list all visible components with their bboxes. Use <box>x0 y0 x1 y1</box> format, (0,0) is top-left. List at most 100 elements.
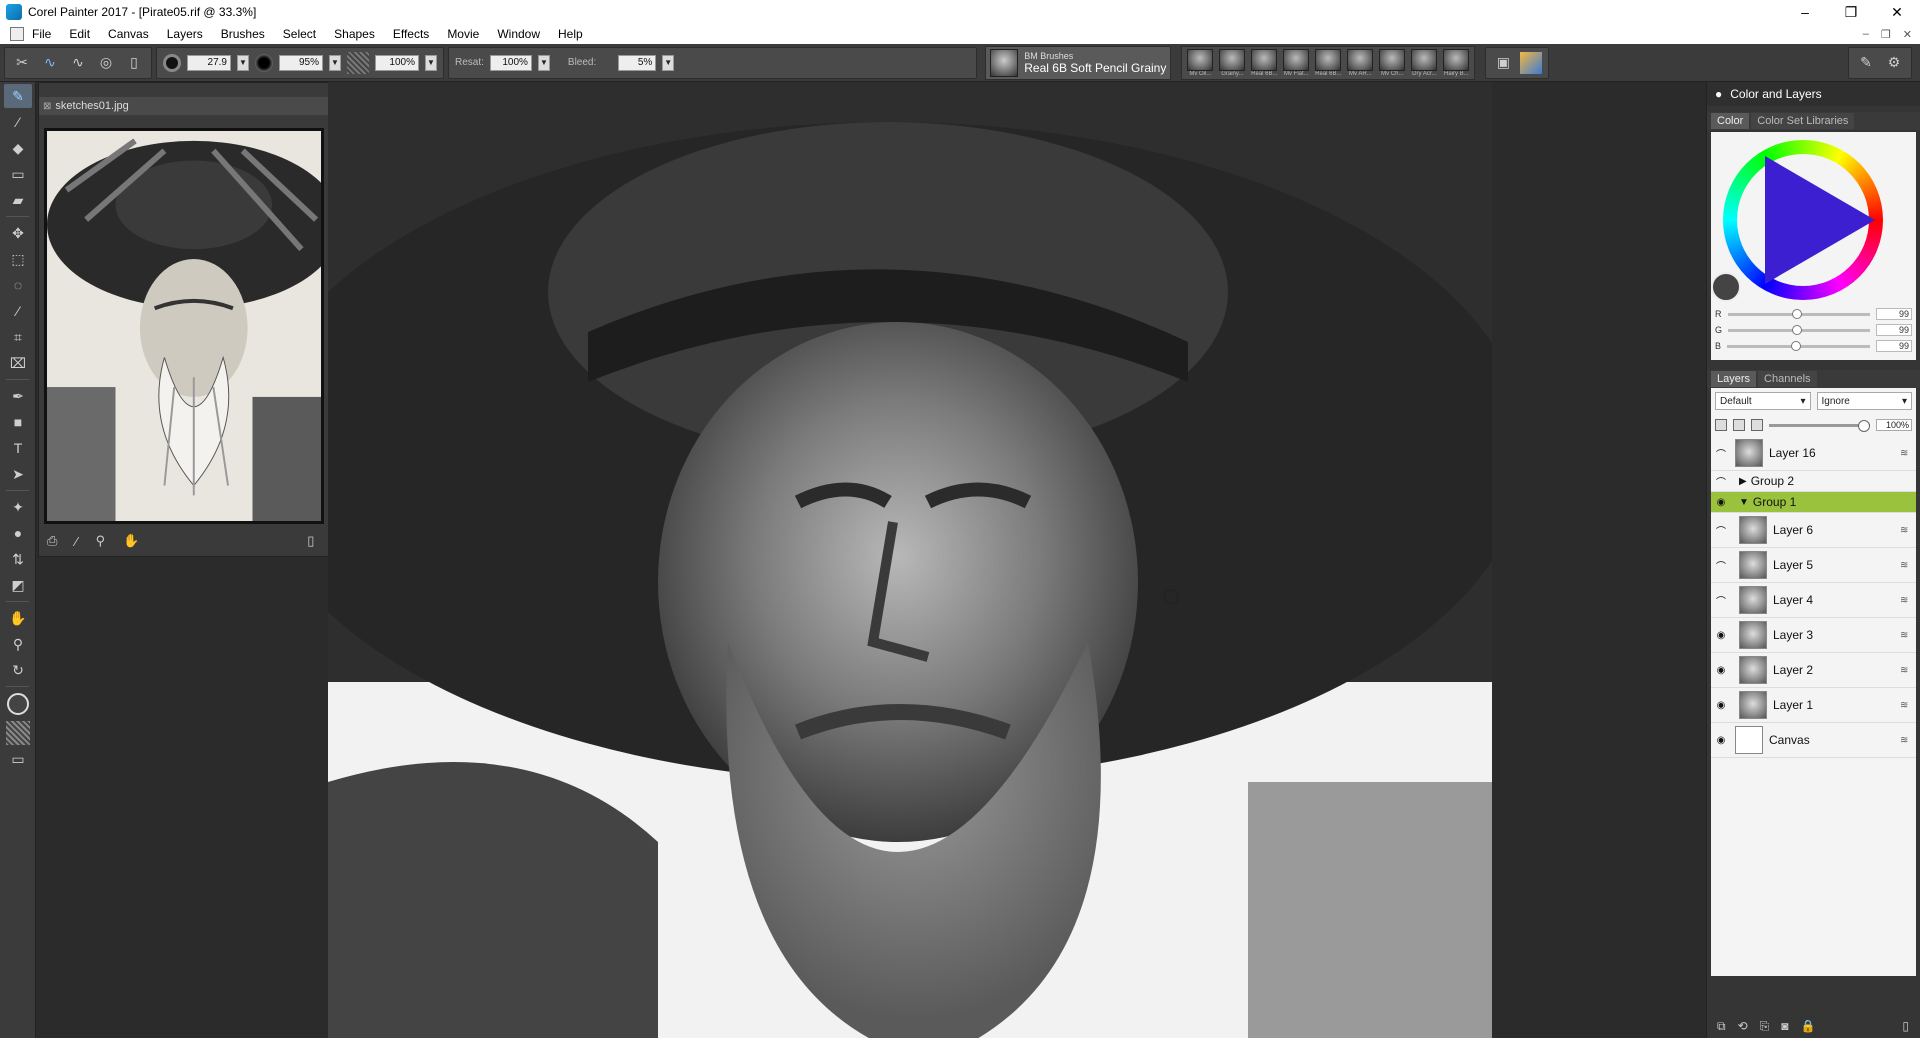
eye-open-icon[interactable]: ◉ <box>1711 665 1731 676</box>
eye-open-icon[interactable]: ◉ <box>1711 735 1731 746</box>
preserve-icon[interactable] <box>1751 419 1763 431</box>
slider-g-knob[interactable] <box>1791 324 1802 335</box>
tab-color[interactable]: Color <box>1711 113 1750 129</box>
composite-depth-select[interactable]: Ignore ▾ <box>1816 392 1912 410</box>
bleed-dropdown-icon[interactable]: ▼ <box>662 54 675 71</box>
pick-up-underlying-icon[interactable] <box>1733 419 1745 431</box>
paint-bucket-icon[interactable]: ◆ <box>4 136 32 160</box>
recent-brush[interactable]: Real 6B... <box>1250 48 1278 77</box>
enhanced-brush-ghost-icon[interactable]: ▯ <box>123 52 145 74</box>
slider-r-track[interactable] <box>1727 308 1870 319</box>
size-field[interactable]: 27.9 <box>187 54 231 71</box>
eraser-icon[interactable]: ▭ <box>4 162 32 186</box>
resat-dropdown-icon[interactable]: ▼ <box>537 54 550 71</box>
magic-wand-icon[interactable]: ⁄ <box>4 299 32 323</box>
sample-color-icon[interactable]: ⁄ <box>75 534 77 549</box>
eye-open-icon[interactable]: ◉ <box>1711 700 1731 711</box>
eye-closed-icon[interactable]: ⌒ <box>1711 446 1731 461</box>
crop-icon[interactable]: ⌧ <box>4 351 32 375</box>
delete-layer-icon[interactable]: ▯ <box>1902 1019 1909 1033</box>
eye-closed-icon[interactable]: ⌒ <box>1711 523 1731 538</box>
recent-brush[interactable]: Mv Ch... <box>1378 48 1406 77</box>
recent-brush[interactable]: Hairy B... <box>1442 48 1470 77</box>
lock-transparency-icon[interactable] <box>1715 419 1727 431</box>
cloner-icon[interactable]: ✦ <box>4 495 32 519</box>
transform-icon[interactable]: ⌗ <box>4 325 32 349</box>
layer-group-row[interactable]: ⌒ ▶ Group 2 <box>1711 471 1916 492</box>
layer-mask-icon[interactable]: ◙ <box>1781 1019 1788 1033</box>
menu-edit[interactable]: Edit <box>69 27 100 41</box>
recent-brush[interactable]: Mv AR... <box>1346 48 1374 77</box>
doc-minimize-button[interactable]: – <box>1863 28 1869 41</box>
menu-file[interactable]: File <box>32 27 61 41</box>
composite-method-select[interactable]: Default ▾ <box>1715 392 1811 410</box>
freehand-stroke-icon[interactable]: ∿ <box>39 52 61 74</box>
layer-row[interactable]: ⌒ Layer 4 ≋ <box>1711 583 1916 618</box>
dodge-icon[interactable]: ● <box>4 521 32 545</box>
eye-open-icon[interactable]: ◉ <box>1711 630 1731 641</box>
layer-row[interactable]: ◉ Layer 2 ≋ <box>1711 653 1916 688</box>
layer-opacity-value[interactable]: 100% <box>1876 419 1912 431</box>
size-dropdown-icon[interactable]: ▼ <box>237 54 249 71</box>
zoom-icon[interactable]: ⚲ <box>96 533 106 549</box>
slider-b-track[interactable] <box>1727 340 1870 351</box>
document-canvas[interactable] <box>328 82 1492 1038</box>
divine-proportion-icon[interactable]: ◩ <box>4 573 32 597</box>
menu-effects[interactable]: Effects <box>393 27 439 41</box>
layer-row[interactable]: ◉ Layer 1 ≋ <box>1711 688 1916 723</box>
grain-field[interactable]: 100% <box>375 54 419 71</box>
recent-brush[interactable]: Grainy... <box>1218 48 1246 77</box>
document-icon[interactable] <box>10 27 24 41</box>
straight-line-icon[interactable]: ∿ <box>67 52 89 74</box>
dynamic-plugins-icon[interactable]: ⟲ <box>1738 1019 1748 1033</box>
blender-icon[interactable]: ▰ <box>4 188 32 212</box>
stroke-attributes-icon[interactable]: ◎ <box>95 52 117 74</box>
screen-mode-icon[interactable]: ▭ <box>4 747 32 771</box>
recent-brush[interactable]: Mv Flat... <box>1282 48 1310 77</box>
menu-select[interactable]: Select <box>283 27 326 41</box>
open-image-icon[interactable]: ⎙ <box>47 533 57 549</box>
tab-channels[interactable]: Channels <box>1758 371 1817 387</box>
menu-brushes[interactable]: Brushes <box>221 27 275 41</box>
eye-open-icon[interactable]: ◉ <box>1711 497 1731 508</box>
rectangle-shape-icon[interactable]: ■ <box>4 410 32 434</box>
eye-closed-icon[interactable]: ⌒ <box>1711 558 1731 573</box>
recent-brush[interactable]: Mv Oil... <box>1186 48 1214 77</box>
shape-selection-icon[interactable]: ➤ <box>4 462 32 486</box>
color-panel-toggle-icon[interactable] <box>1520 51 1543 74</box>
slider-r-value[interactable]: 99 <box>1876 308 1912 320</box>
triangle-down-icon[interactable]: ▼ <box>1739 497 1749 508</box>
delete-reference-icon[interactable]: ▯ <box>307 533 314 549</box>
settings-gear-icon[interactable]: ⚙ <box>1883 52 1905 74</box>
layer-row[interactable]: ⌒ Layer 6 ≋ <box>1711 513 1916 548</box>
menu-canvas[interactable]: Canvas <box>108 27 159 41</box>
eye-closed-icon[interactable]: ⌒ <box>1711 593 1731 608</box>
canvas-layer-row[interactable]: ◉ Canvas ≋ <box>1711 723 1916 758</box>
doc-restore-button[interactable]: ❐ <box>1881 28 1891 41</box>
close-tab-icon[interactable]: ⊠ <box>43 101 51 112</box>
menu-movie[interactable]: Movie <box>447 27 489 41</box>
rotate-page-icon[interactable]: ↻ <box>4 658 32 682</box>
close-button[interactable]: ✕ <box>1874 0 1920 24</box>
saturation-value-triangle[interactable] <box>1765 156 1875 284</box>
minimize-button[interactable]: – <box>1782 0 1828 24</box>
menu-window[interactable]: Window <box>497 27 550 41</box>
layer-row[interactable]: ⌒ Layer 16 ≋ <box>1711 436 1916 471</box>
maximize-button[interactable]: ❐ <box>1828 0 1874 24</box>
reset-tool-icon[interactable]: ✂ <box>11 52 33 74</box>
recent-brush[interactable]: Dry Acr... <box>1410 48 1438 77</box>
menu-shapes[interactable]: Shapes <box>334 27 385 41</box>
text-tool-icon[interactable]: T <box>4 436 32 460</box>
slider-r-knob[interactable] <box>1791 308 1802 319</box>
layer-row[interactable]: ◉ Layer 3 ≋ <box>1711 618 1916 653</box>
hand-icon[interactable]: ✋ <box>123 533 139 549</box>
eye-closed-icon[interactable]: ⌒ <box>1711 474 1731 489</box>
slider-g-value[interactable]: 99 <box>1876 324 1912 336</box>
navigator-tab[interactable]: ⊠ sketches01.jpg <box>39 97 329 115</box>
brush-tool-icon[interactable]: ✎ <box>4 84 32 108</box>
slider-b-knob[interactable] <box>1791 340 1802 351</box>
layer-commands-icon[interactable]: ⧉ <box>1717 1019 1726 1034</box>
slider-g-track[interactable] <box>1728 324 1870 335</box>
layer-group-row[interactable]: ◉ ▼ Group 1 <box>1711 492 1916 513</box>
recent-brush[interactable]: Real 6B... <box>1314 48 1342 77</box>
